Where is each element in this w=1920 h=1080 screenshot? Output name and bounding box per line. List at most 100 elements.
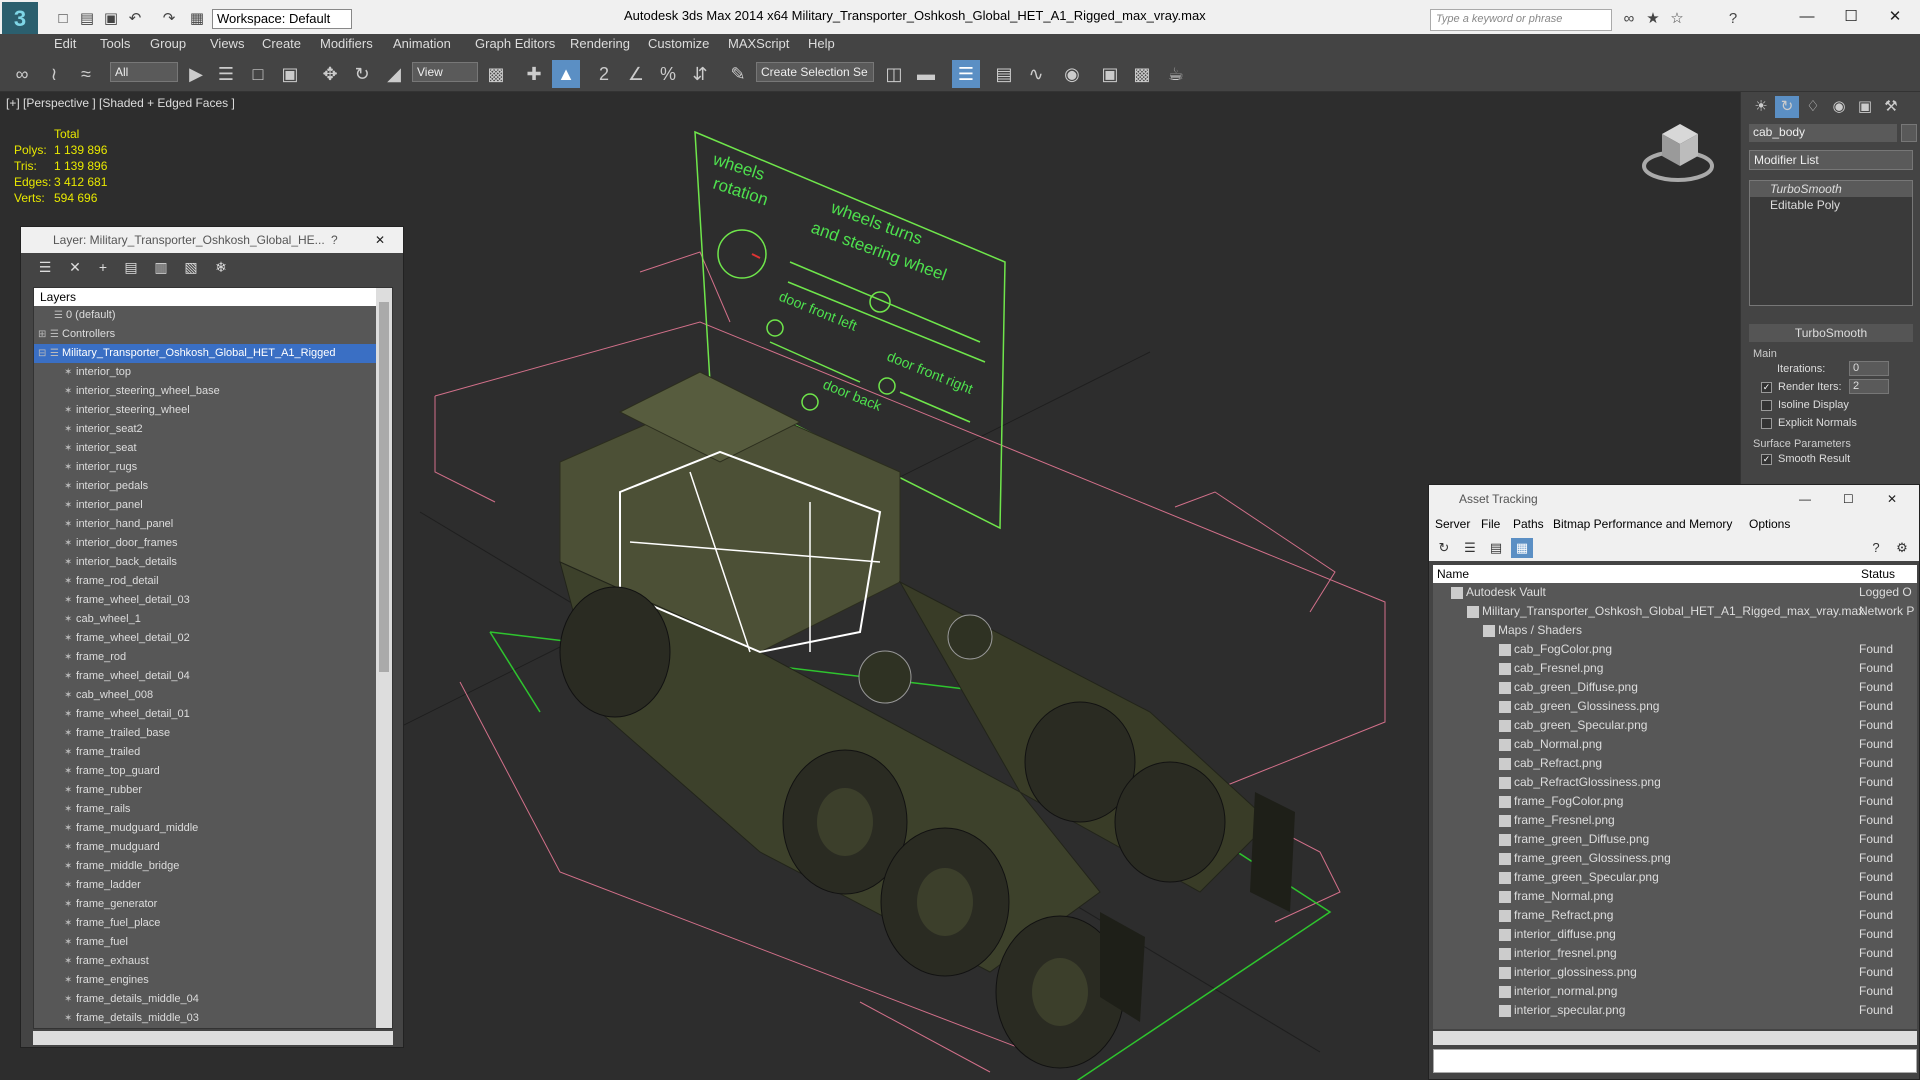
layer-object-row[interactable]: ✶ frame_mudguard: [34, 838, 392, 857]
layer-horizontal-scrollbar[interactable]: [33, 1031, 393, 1045]
layer-object-row[interactable]: ✶ frame_ladder: [34, 876, 392, 895]
hide-all-layers-icon[interactable]: ▧: [181, 258, 201, 276]
layer-object-row[interactable]: ✶ frame_top_guard: [34, 762, 392, 781]
highlight-layer-icon[interactable]: ▥: [151, 258, 171, 276]
layer-object-row[interactable]: ✶ frame_generator: [34, 895, 392, 914]
window-crossing-icon[interactable]: ▣: [276, 60, 304, 88]
asset-row[interactable]: cab_FogColor.png Found: [1433, 640, 1917, 659]
graphite-ribbon-icon[interactable]: ▤: [990, 60, 1018, 88]
layer-close-button[interactable]: ✕: [375, 227, 385, 253]
layer-object-row[interactable]: ✶ frame_wheel_detail_04: [34, 667, 392, 686]
keyboard-shortcut-override-icon[interactable]: ▲: [552, 60, 580, 88]
asset-row[interactable]: interior_glossiness.png Found: [1433, 963, 1917, 982]
layer-object-row[interactable]: ✶ cab_wheel_1: [34, 610, 392, 629]
redo-icon[interactable]: ↷: [158, 9, 180, 29]
layer-object-row[interactable]: ✶ interior_rugs: [34, 458, 392, 477]
menu-tools[interactable]: Tools: [100, 36, 130, 51]
rectangle-selection-icon[interactable]: □: [244, 60, 272, 88]
asset-row[interactable]: frame_Normal.png Found: [1433, 887, 1917, 906]
asset-row[interactable]: interior_fresnel.png Found: [1433, 944, 1917, 963]
asset-settings-icon[interactable]: ⚙: [1891, 538, 1913, 558]
layer-object-row[interactable]: ✶ frame_details_middle_04: [34, 990, 392, 1009]
menu-create[interactable]: Create: [262, 36, 301, 51]
layer-object-row[interactable]: ✶ interior_top: [34, 363, 392, 382]
iterations-spinner[interactable]: 0: [1849, 361, 1889, 376]
layer-object-row[interactable]: ✶ frame_rod_detail: [34, 572, 392, 591]
layer-object-row[interactable]: ✶ interior_back_details: [34, 553, 392, 572]
mirror-icon[interactable]: ◫: [880, 60, 908, 88]
selection-filter-dropdown[interactable]: All: [110, 62, 178, 82]
asset-row[interactable]: cab_Normal.png Found: [1433, 735, 1917, 754]
asset-close-button[interactable]: ✕: [1887, 485, 1897, 513]
layer-object-row[interactable]: ✶ frame_fuel_place: [34, 914, 392, 933]
layer-object-row[interactable]: ✶ frame_rubber: [34, 781, 392, 800]
unlink-icon[interactable]: ≀: [40, 60, 68, 88]
layer-row[interactable]: ⊞ ☰ Controllers: [34, 325, 392, 344]
asset-row[interactable]: frame_FogColor.png Found: [1433, 792, 1917, 811]
create-tab-icon[interactable]: ☀: [1749, 96, 1773, 118]
asset-list[interactable]: Name Status Autodesk Vault Logged O Milita…: [1433, 565, 1917, 1029]
select-manipulate-icon[interactable]: ✚: [520, 60, 548, 88]
motion-tab-icon[interactable]: ◉: [1827, 96, 1851, 118]
asset-minimize-button[interactable]: —: [1799, 485, 1811, 513]
freeze-all-layers-icon[interactable]: ❄: [211, 258, 231, 276]
menu-help[interactable]: Help: [808, 36, 835, 51]
asset-row[interactable]: cab_RefractGlossiness.png Found: [1433, 773, 1917, 792]
layer-object-row[interactable]: ✶ frame_rails: [34, 800, 392, 819]
asset-menu-bitmap-performance[interactable]: Bitmap Performance and Memory: [1553, 513, 1732, 535]
asset-menu-paths[interactable]: Paths: [1513, 513, 1544, 535]
pivot-center-icon[interactable]: ▩: [482, 60, 510, 88]
menu-rendering[interactable]: Rendering: [570, 36, 630, 51]
new-file-icon[interactable]: □: [52, 9, 74, 29]
percent-snap-icon[interactable]: %: [654, 60, 682, 88]
asset-row[interactable]: Maps / Shaders: [1433, 621, 1917, 640]
layer-list[interactable]: Layers ☰ 0 (default) ⊞ ☰ Controllers ⊟ ☰ Mili…: [33, 287, 393, 1029]
object-color-swatch[interactable]: [1901, 124, 1917, 142]
stack-item-editable-poly[interactable]: Editable Poly: [1750, 197, 1912, 213]
layer-object-row[interactable]: ✶ frame_trailed: [34, 743, 392, 762]
asset-row[interactable]: Autodesk Vault Logged O: [1433, 583, 1917, 602]
isoline-display-checkbox[interactable]: [1761, 399, 1772, 411]
table-view-icon[interactable]: ▦: [1511, 538, 1533, 558]
layer-object-row[interactable]: ✶ frame_details_middle_03: [34, 1009, 392, 1028]
snaps-toggle-icon[interactable]: 2: [590, 60, 618, 88]
layer-manager-icon[interactable]: ☰: [952, 60, 980, 88]
save-file-icon[interactable]: ▣: [100, 9, 122, 29]
layer-object-row[interactable]: ✶ frame_wheel_detail_01: [34, 705, 392, 724]
keyword-search-input[interactable]: Type a keyword or phrase: [1430, 9, 1612, 31]
asset-col-status[interactable]: Status: [1861, 565, 1895, 583]
hold-icon[interactable]: ▦: [186, 9, 208, 29]
layer-object-row[interactable]: ✶ frame_wheel_detail_02: [34, 629, 392, 648]
asset-menu-file[interactable]: File: [1481, 513, 1500, 535]
angle-snap-icon[interactable]: ∠: [622, 60, 650, 88]
layer-object-row[interactable]: ✶ frame_exhaust: [34, 952, 392, 971]
layer-object-row[interactable]: ✶ interior_door_frames: [34, 534, 392, 553]
asset-row[interactable]: interior_normal.png Found: [1433, 982, 1917, 1001]
refresh-icon[interactable]: ↻: [1433, 538, 1455, 558]
select-layer-objects-icon[interactable]: ▤: [121, 258, 141, 276]
named-selection-set-dropdown[interactable]: Create Selection Se: [756, 62, 874, 82]
select-object-icon[interactable]: ▶: [182, 60, 210, 88]
layers-column-header[interactable]: Layers: [34, 288, 392, 306]
asset-row[interactable]: cab_Fresnel.png Found: [1433, 659, 1917, 678]
favorites-star-icon[interactable]: ☆: [1666, 9, 1688, 29]
close-button[interactable]: ✕: [1872, 4, 1918, 30]
layer-vertical-scrollbar[interactable]: [376, 288, 392, 1028]
layer-object-row[interactable]: ✶ frame_middle_bridge: [34, 857, 392, 876]
asset-row[interactable]: frame_Refract.png Found: [1433, 906, 1917, 925]
menu-maxscript[interactable]: MAXScript: [728, 36, 789, 51]
app-logo-icon[interactable]: 3: [2, 2, 38, 36]
layer-object-row[interactable]: ✶ frame_rod: [34, 648, 392, 667]
explicit-normals-checkbox[interactable]: [1761, 417, 1772, 429]
curve-editor-icon[interactable]: ∿: [1022, 60, 1050, 88]
menu-customize[interactable]: Customize: [648, 36, 709, 51]
modifier-list-dropdown[interactable]: Modifier List: [1749, 150, 1913, 170]
list-view-icon[interactable]: ☰: [1459, 538, 1481, 558]
rollout-title[interactable]: TurboSmooth: [1749, 324, 1913, 342]
select-by-name-icon[interactable]: ☰: [212, 60, 240, 88]
render-setup-icon[interactable]: ▩: [1128, 60, 1156, 88]
asset-row[interactable]: interior_diffuse.png Found: [1433, 925, 1917, 944]
display-tab-icon[interactable]: ▣: [1853, 96, 1877, 118]
layer-object-row[interactable]: ✶ interior_seat: [34, 439, 392, 458]
layer-help-button[interactable]: ?: [331, 227, 338, 253]
